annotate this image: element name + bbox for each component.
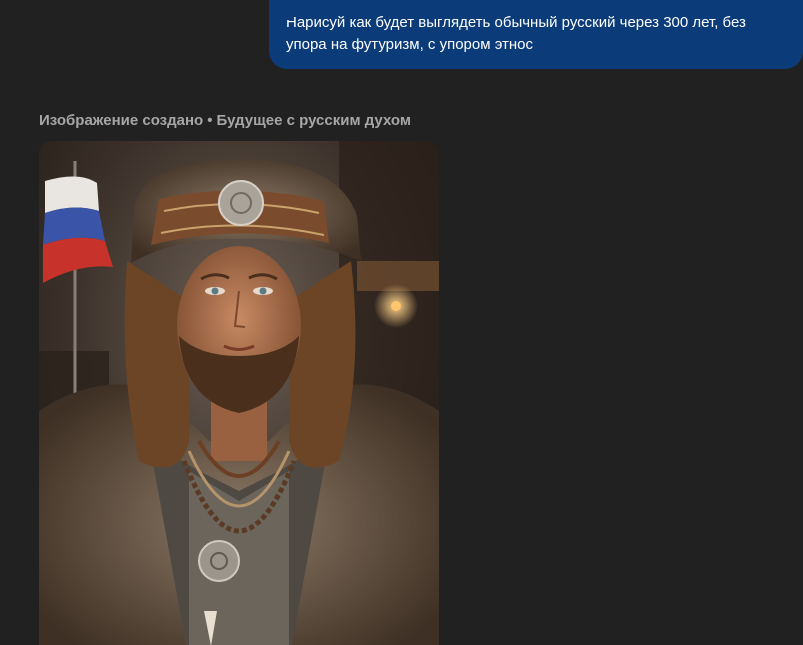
chat-thread: Нарисуй как будет выглядеть обычный русс… — [0, 0, 803, 645]
image-title: Будущее с русским духом — [216, 112, 411, 129]
generated-image[interactable] — [39, 141, 439, 645]
bubble-corner — [269, 0, 289, 20]
image-status-label: Изображение создано — [39, 112, 204, 129]
user-message-text: Нарисуй как будет выглядеть обычный русс… — [286, 14, 746, 53]
portrait-image — [39, 141, 439, 645]
medallion-icon — [218, 180, 264, 226]
pendant-icon — [198, 540, 240, 582]
header-separator: • — [207, 112, 213, 129]
user-message-bubble: Нарисуй как будет выглядеть обычный русс… — [269, 0, 803, 69]
image-generation-header: Изображение создано • Будущее с русским ду… — [39, 112, 411, 129]
